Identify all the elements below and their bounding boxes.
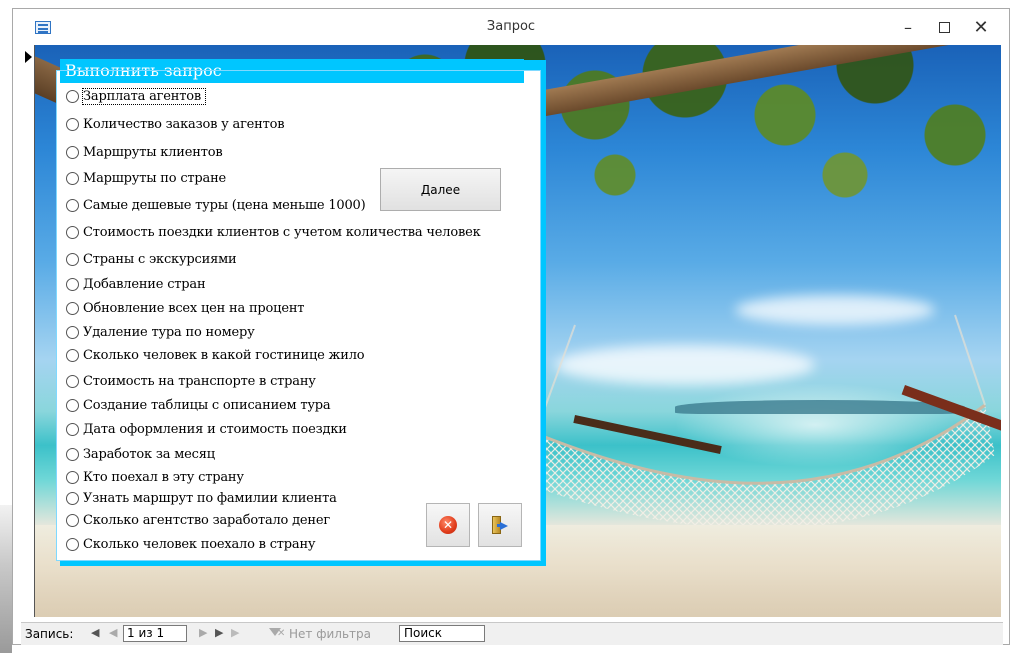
radio-button[interactable]	[66, 349, 79, 362]
exit-door-icon	[490, 516, 510, 534]
previous-record-button[interactable]: ◀	[109, 626, 117, 639]
radio-button[interactable]	[66, 226, 79, 239]
radio-button[interactable]	[66, 492, 79, 505]
query-option-label: Стоимость на транспорте в страну	[83, 374, 316, 389]
query-option-label: Заработок за месяц	[83, 447, 215, 462]
query-option-label: Сколько человек в какой гостинице жило	[83, 348, 365, 363]
radio-button[interactable]	[66, 90, 79, 103]
query-option[interactable]: Дата оформления и стоимость поездки	[66, 422, 347, 437]
query-option-label: Узнать маршрут по фамилии клиента	[83, 491, 337, 506]
current-record-arrow-icon	[25, 51, 32, 63]
query-option-label: Дата оформления и стоимость поездки	[83, 422, 347, 437]
query-option[interactable]: Кто поехал в эту страну	[66, 470, 244, 485]
radio-button[interactable]	[66, 146, 79, 159]
last-record-button[interactable]: ▶	[215, 626, 223, 639]
query-option[interactable]: Маршруты по стране	[66, 171, 226, 186]
desktop-background	[0, 505, 12, 653]
cancel-button[interactable]: ✕	[426, 503, 470, 547]
radio-button[interactable]	[66, 423, 79, 436]
close-icon: ✕	[973, 16, 989, 38]
record-selector[interactable]	[21, 45, 35, 617]
query-option[interactable]: Добавление стран	[66, 277, 206, 292]
query-option[interactable]: Количество заказов у агентов	[66, 117, 285, 132]
query-option[interactable]: Обновление всех цен на процент	[66, 301, 304, 316]
query-option-label: Создание таблицы с описанием тура	[83, 398, 331, 413]
radio-button[interactable]	[66, 514, 79, 527]
radio-button[interactable]	[66, 326, 79, 339]
record-position-field[interactable]: 1 из 1	[123, 625, 187, 642]
query-option[interactable]: Сколько человек поехало в страну	[66, 537, 316, 552]
query-option-label: Количество заказов у агентов	[83, 117, 285, 132]
query-option-label: Удаление тура по номеру	[83, 325, 255, 340]
maximize-button[interactable]	[927, 13, 961, 41]
radio-button[interactable]	[66, 172, 79, 185]
minimize-icon: –	[904, 17, 912, 37]
query-option-label: Кто поехал в эту страну	[83, 470, 244, 485]
query-option-label: Сколько человек поехало в страну	[83, 537, 316, 552]
title-bar: Запрос – ✕	[13, 9, 1009, 45]
radio-button[interactable]	[66, 538, 79, 551]
query-option-label: Самые дешевые туры (цена меньше 1000)	[83, 198, 366, 213]
radio-button[interactable]	[66, 448, 79, 461]
minimize-button[interactable]: –	[891, 13, 925, 41]
first-record-button[interactable]: ◀	[91, 626, 99, 639]
query-option[interactable]: Сколько человек в какой гостинице жило	[66, 348, 365, 363]
query-option[interactable]: Стоимость на транспорте в страну	[66, 374, 316, 389]
query-option[interactable]: Сколько агентство заработало денег	[66, 513, 330, 528]
query-option-label: Страны с экскурсиями	[83, 252, 237, 267]
query-option-label: Сколько агентство заработало денег	[83, 513, 330, 528]
radio-button[interactable]	[66, 253, 79, 266]
radio-button[interactable]	[66, 278, 79, 291]
query-option[interactable]: Страны с экскурсиями	[66, 252, 237, 267]
query-option[interactable]: Зарплата агентов	[66, 88, 206, 105]
query-option[interactable]: Узнать маршрут по фамилии клиента	[66, 491, 337, 506]
query-option[interactable]: Стоимость поездки клиентов с учетом коли…	[66, 225, 481, 240]
record-label: Запись:	[25, 627, 74, 641]
new-record-button[interactable]: ▶	[231, 626, 239, 639]
close-button[interactable]: ✕	[964, 13, 998, 41]
search-input[interactable]: Поиск	[399, 625, 485, 642]
next-record-button[interactable]: ▶	[199, 626, 207, 639]
query-option-label: Стоимость поездки клиентов с учетом коли…	[83, 225, 481, 240]
filter-toggle[interactable]: Нет фильтра	[289, 627, 371, 641]
cancel-icon: ✕	[439, 516, 457, 534]
maximize-icon	[938, 21, 950, 33]
radio-button[interactable]	[66, 199, 79, 212]
query-option[interactable]: Удаление тура по номеру	[66, 325, 255, 340]
next-button[interactable]: Далее	[380, 168, 501, 211]
query-option[interactable]: Самые дешевые туры (цена меньше 1000)	[66, 198, 366, 213]
radio-button[interactable]	[66, 118, 79, 131]
query-option[interactable]: Заработок за месяц	[66, 447, 215, 462]
radio-button[interactable]	[66, 399, 79, 412]
panel-title: Выполнить запрос	[65, 61, 222, 80]
record-navigation-bar: Запись: ◀ ◀ 1 из 1 ▶ ▶ ▶ ✕ Нет фильтра П…	[21, 622, 1003, 645]
radio-button[interactable]	[66, 375, 79, 388]
query-option-label: Маршруты по стране	[83, 171, 227, 186]
query-option-label: Маршруты клиентов	[83, 145, 223, 160]
query-option[interactable]: Маршруты клиентов	[66, 145, 223, 160]
radio-button[interactable]	[66, 471, 79, 484]
radio-button[interactable]	[66, 302, 79, 315]
query-option-label: Добавление стран	[83, 277, 206, 292]
query-option-label: Обновление всех цен на процент	[83, 301, 305, 316]
hammock-graphic	[515, 314, 1001, 525]
filter-clear-icon: ✕	[277, 628, 286, 639]
query-option[interactable]: Создание таблицы с описанием тура	[66, 398, 331, 413]
query-option-label: Зарплата агентов	[82, 88, 206, 105]
window-title: Запрос	[486, 19, 536, 34]
exit-button[interactable]	[478, 503, 522, 547]
